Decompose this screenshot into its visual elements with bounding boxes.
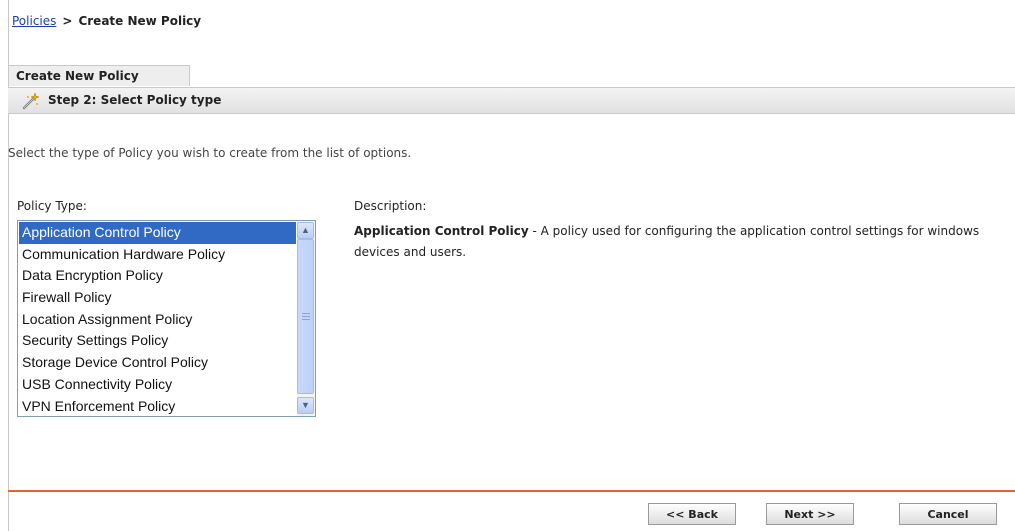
step-title: Step 2: Select Policy type bbox=[48, 93, 222, 107]
policy-type-listbox[interactable]: Application Control Policy Communication … bbox=[17, 220, 316, 417]
policy-type-label: Policy Type: bbox=[17, 199, 87, 213]
list-item[interactable]: Location Assignment Policy bbox=[19, 309, 296, 331]
description-label: Description: bbox=[354, 199, 427, 213]
step-header: Step 2: Select Policy type bbox=[8, 88, 1015, 114]
back-button[interactable]: << Back bbox=[648, 503, 736, 525]
list-item[interactable]: Storage Device Control Policy bbox=[19, 352, 296, 374]
description-text: Application Control Policy - A policy us… bbox=[354, 221, 1004, 263]
wizard-wand-icon bbox=[22, 92, 40, 110]
tab-row: Create New Policy bbox=[8, 65, 1015, 88]
scrollbar-grip bbox=[302, 313, 310, 314]
description-title: Application Control Policy bbox=[354, 224, 529, 238]
next-button[interactable]: Next >> bbox=[766, 503, 854, 525]
scroll-up-arrow-icon[interactable]: ▲ bbox=[297, 222, 314, 239]
list-item[interactable]: Data Encryption Policy bbox=[19, 265, 296, 287]
list-item[interactable]: Firewall Policy bbox=[19, 287, 296, 309]
list-item[interactable]: Application Control Policy bbox=[19, 222, 296, 244]
list-item[interactable]: Security Settings Policy bbox=[19, 330, 296, 352]
instructions-text: Select the type of Policy you wish to cr… bbox=[8, 146, 412, 160]
list-item[interactable]: USB Connectivity Policy bbox=[19, 374, 296, 396]
scrollbar-grip bbox=[302, 319, 310, 320]
footer-divider bbox=[8, 490, 1015, 492]
policy-type-items: Application Control Policy Communication … bbox=[19, 222, 296, 417]
breadcrumb-policies-link[interactable]: Policies bbox=[12, 14, 56, 28]
list-item[interactable]: Communication Hardware Policy bbox=[19, 244, 296, 266]
breadcrumb: Policies > Create New Policy bbox=[12, 14, 201, 28]
breadcrumb-current: Create New Policy bbox=[78, 14, 202, 28]
cancel-button[interactable]: Cancel bbox=[899, 503, 997, 525]
listbox-scrollbar[interactable]: ▲ ▼ bbox=[297, 221, 315, 416]
scroll-down-arrow-icon[interactable]: ▼ bbox=[297, 397, 314, 414]
list-item[interactable]: VPN Enforcement Policy bbox=[19, 396, 296, 418]
scrollbar-thumb[interactable] bbox=[297, 239, 314, 394]
breadcrumb-separator: > bbox=[62, 14, 73, 28]
scrollbar-grip bbox=[302, 316, 310, 317]
tab-create-new-policy[interactable]: Create New Policy bbox=[8, 65, 190, 86]
